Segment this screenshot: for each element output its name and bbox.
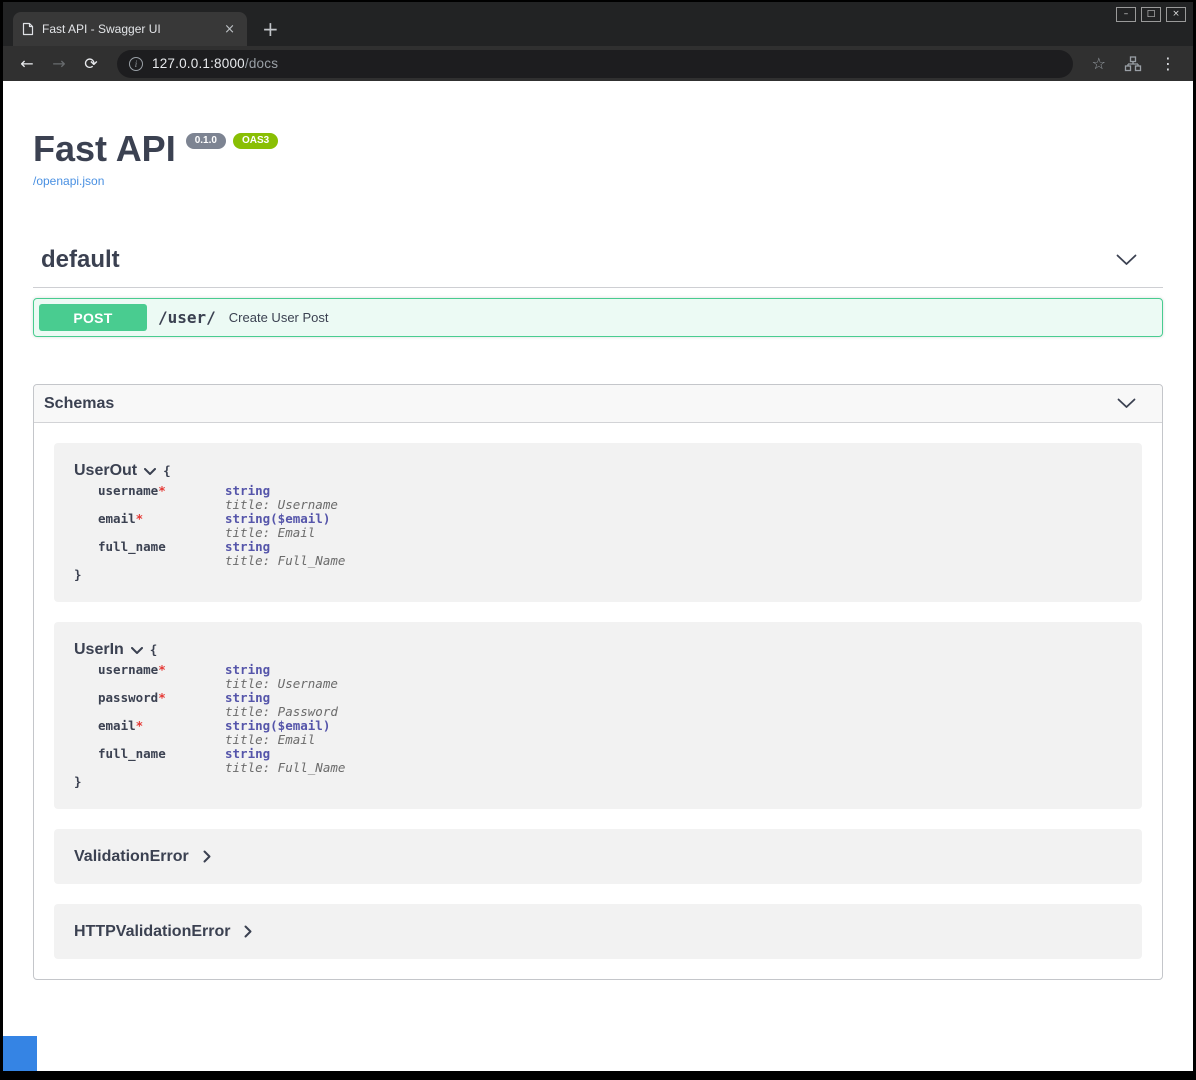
minimize-button[interactable]: –	[1116, 7, 1136, 22]
chevron-down-icon	[131, 647, 143, 654]
required-star: *	[158, 662, 166, 677]
model-userin: UserIn { username* stringtitle: Username…	[54, 622, 1142, 809]
model-httpvalidationerror[interactable]: HTTPValidationError	[54, 904, 1142, 959]
browser-window: Fast API - Swagger UI × + – □ × ← → ⟳ i …	[3, 2, 1193, 1071]
schemas-title: Schemas	[44, 395, 114, 413]
back-icon[interactable]: ←	[11, 54, 43, 73]
property-title: title: Password	[225, 705, 345, 719]
version-badge: 0.1.0	[186, 133, 226, 149]
browser-menu-icon[interactable]: ⋮	[1160, 56, 1176, 72]
chevron-down-icon	[1117, 398, 1136, 409]
open-brace: {	[163, 464, 171, 478]
model-userout: UserOut { username* stringtitle: Usernam…	[54, 443, 1142, 602]
property-title: title: Full_Name	[225, 554, 345, 568]
model-name: ValidationError	[74, 848, 189, 866]
property-type: string	[225, 746, 270, 761]
property-type: string	[225, 662, 270, 677]
required-star: *	[136, 511, 144, 526]
api-title-text: Fast API	[33, 131, 176, 167]
property-row: email* string($email)title: Email	[74, 719, 345, 747]
property-name: email	[98, 718, 136, 733]
address-bar[interactable]: i 127.0.0.1:8000/docs	[117, 50, 1073, 78]
site-info-icon[interactable]: i	[129, 57, 143, 71]
schemas-header[interactable]: Schemas	[34, 385, 1162, 423]
close-button[interactable]: ×	[1166, 7, 1186, 22]
openapi-json-link[interactable]: /openapi.json	[33, 174, 104, 188]
property-name: email	[98, 511, 136, 526]
browser-tab[interactable]: Fast API - Swagger UI ×	[13, 12, 247, 46]
property-row: username* stringtitle: Username	[74, 484, 345, 512]
schemas-body: UserOut { username* stringtitle: Usernam…	[34, 423, 1162, 979]
url-text: 127.0.0.1:8000/docs	[152, 56, 278, 71]
property-format: ($email)	[270, 511, 330, 526]
forward-icon[interactable]: →	[43, 54, 75, 73]
schemas-section: Schemas UserOut { username*	[33, 384, 1163, 980]
property-type: string	[225, 718, 270, 733]
page-content: Fast API 0.1.0 OAS3 /openapi.json defaul…	[3, 81, 1193, 1071]
property-table: username* stringtitle: Username password…	[74, 663, 345, 775]
url-host: 127.0.0.1:8000	[152, 56, 245, 71]
model-name: HTTPValidationError	[74, 923, 230, 941]
property-name: username	[98, 662, 158, 677]
reload-icon[interactable]: ⟳	[75, 54, 107, 73]
operation-summary: Create User Post	[229, 310, 329, 325]
model-validationerror[interactable]: ValidationError	[54, 829, 1142, 884]
property-title: title: Username	[225, 498, 345, 512]
property-type: string	[225, 539, 270, 554]
required-star: *	[158, 483, 166, 498]
window-controls: – □ ×	[1116, 7, 1186, 22]
required-star: *	[158, 690, 166, 705]
open-brace: {	[150, 643, 158, 657]
property-type: string	[225, 690, 270, 705]
model-name: UserIn	[74, 640, 124, 660]
tag-section-default[interactable]: default	[33, 247, 1163, 288]
method-badge: POST	[39, 304, 147, 331]
property-title: title: Email	[225, 526, 345, 540]
titlebar: Fast API - Swagger UI × + – □ ×	[3, 2, 1193, 46]
property-name: username	[98, 483, 158, 498]
property-format: ($email)	[270, 718, 330, 733]
oas3-badge: OAS3	[233, 133, 278, 149]
property-type: string	[225, 511, 270, 526]
property-row: full_name stringtitle: Full_Name	[74, 540, 345, 568]
chevron-right-icon	[203, 850, 211, 863]
tab-title: Fast API - Swagger UI	[42, 22, 213, 36]
model-userout-toggle[interactable]: UserOut {	[74, 461, 1122, 481]
required-star: *	[136, 718, 144, 733]
property-row: password* stringtitle: Password	[74, 691, 345, 719]
api-info: Fast API 0.1.0 OAS3 /openapi.json	[33, 81, 1163, 190]
url-path: /docs	[245, 56, 278, 71]
document-icon	[22, 22, 34, 36]
property-row: email* string($email)title: Email	[74, 512, 345, 540]
property-table: username* stringtitle: Username email* s…	[74, 484, 345, 568]
property-title: title: Username	[225, 677, 345, 691]
tab-close-icon[interactable]: ×	[221, 22, 238, 37]
taskbar-indicator	[3, 1036, 37, 1071]
property-row: username* stringtitle: Username	[74, 663, 345, 691]
chevron-down-icon	[1116, 254, 1137, 266]
bookmark-star-icon[interactable]: ☆	[1092, 56, 1106, 72]
chevron-down-icon	[144, 468, 156, 475]
model-userin-toggle[interactable]: UserIn {	[74, 640, 1122, 660]
tag-title: default	[41, 247, 120, 273]
model-name: UserOut	[74, 461, 137, 481]
page-title: Fast API 0.1.0 OAS3	[33, 131, 1163, 167]
maximize-button[interactable]: □	[1141, 7, 1161, 22]
close-brace: }	[74, 568, 1122, 582]
property-title: title: Full_Name	[225, 761, 345, 775]
property-title: title: Email	[225, 733, 345, 747]
property-name: full_name	[98, 539, 166, 554]
sitemap-icon[interactable]	[1124, 56, 1142, 72]
new-tab-button[interactable]: +	[262, 19, 279, 39]
close-brace: }	[74, 775, 1122, 789]
property-type: string	[225, 483, 270, 498]
property-row: full_name stringtitle: Full_Name	[74, 747, 345, 775]
property-name: password	[98, 690, 158, 705]
browser-toolbar: ← → ⟳ i 127.0.0.1:8000/docs ☆ ⋮	[3, 46, 1193, 81]
operation-post-user[interactable]: POST /user/ Create User Post	[33, 298, 1163, 337]
chevron-right-icon	[244, 925, 252, 938]
property-name: full_name	[98, 746, 166, 761]
operation-path: /user/	[158, 308, 216, 327]
